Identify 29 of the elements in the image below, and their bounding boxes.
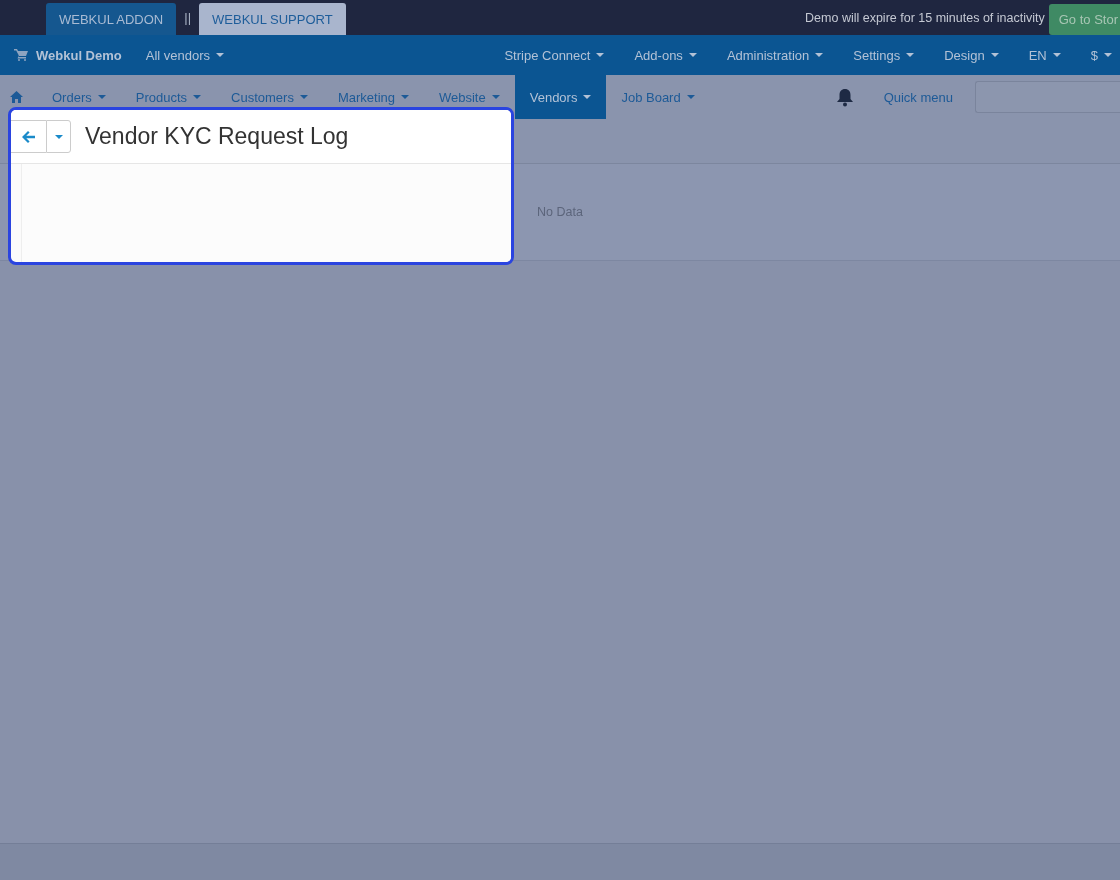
nav-menu[interactable]: Settings xyxy=(853,47,915,63)
go-to-store-button[interactable]: Go to Stor xyxy=(1048,4,1120,35)
menu-tab[interactable]: Job Board xyxy=(606,88,710,106)
menu-tab[interactable]: Vendors xyxy=(514,75,607,119)
demo-notice: Demo will expire for 15 minutes of inactivity xyxy=(805,10,1046,25)
nav-menu[interactable]: EN xyxy=(1028,47,1061,63)
arrow-left-icon xyxy=(21,130,35,143)
vendor-selector[interactable]: All vendors xyxy=(145,47,225,63)
quick-menu-link[interactable]: Quick menu xyxy=(883,89,953,105)
nav-menu[interactable]: $ xyxy=(1090,47,1112,63)
nav-menu[interactable]: Administration xyxy=(726,47,824,63)
page-title: Vendor KYC Request Log xyxy=(85,123,349,150)
dropdown-button[interactable] xyxy=(46,120,71,153)
nav-menu[interactable]: Stripe Connect xyxy=(504,47,605,63)
bell-icon[interactable] xyxy=(835,87,854,107)
menu-tab[interactable]: Marketing xyxy=(322,88,424,106)
top-bar-button[interactable]: WEBKUL ADDON xyxy=(46,3,177,35)
nav-menu[interactable]: Add-ons xyxy=(634,47,697,63)
home-icon[interactable] xyxy=(10,91,23,103)
top-bar-button[interactable]: WEBKUL SUPPORT xyxy=(199,3,346,35)
separator-text: || xyxy=(183,10,193,25)
cart-icon xyxy=(14,49,28,61)
menu-tab[interactable]: Orders xyxy=(37,88,121,106)
nav-menu[interactable]: Design xyxy=(944,47,999,63)
menu-tab[interactable]: Products xyxy=(120,88,217,106)
store-name[interactable]: Webkul Demo xyxy=(36,47,122,63)
back-button[interactable] xyxy=(11,120,46,153)
menu-tab[interactable]: Customers xyxy=(216,88,323,106)
menu-tab[interactable]: Website xyxy=(424,88,515,106)
